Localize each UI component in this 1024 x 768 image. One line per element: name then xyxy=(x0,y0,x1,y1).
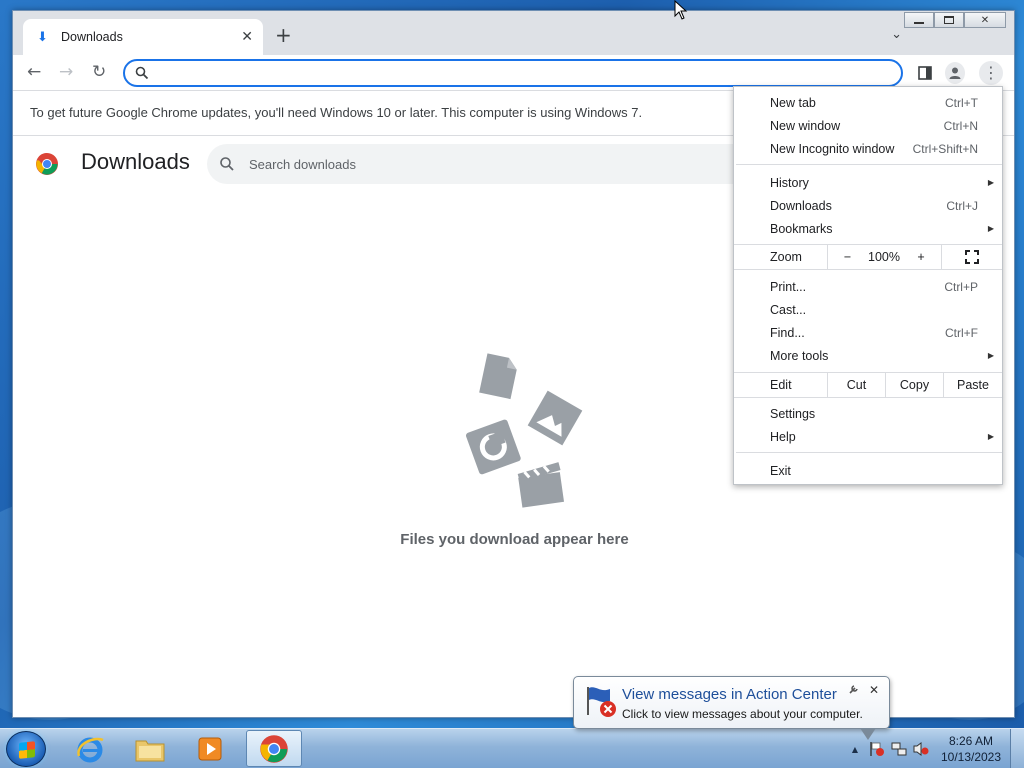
empty-state-message: Files you download appear here xyxy=(400,531,629,548)
taskbar-file-explorer[interactable] xyxy=(122,730,178,767)
downloads-search-box[interactable] xyxy=(207,144,747,184)
side-panel-icon xyxy=(918,66,932,80)
submenu-arrow-icon: ▶ xyxy=(987,178,994,187)
zoom-in-button[interactable]: + xyxy=(901,245,941,269)
menu-item-bookmarks[interactable]: Bookmarks ▶ xyxy=(734,217,1002,240)
mouse-cursor-icon xyxy=(674,0,688,20)
zoom-label: Zoom xyxy=(770,250,802,264)
fullscreen-icon xyxy=(965,250,979,264)
restore-icon xyxy=(944,16,954,24)
fullscreen-button[interactable] xyxy=(941,245,1002,269)
window-controls: ✕ xyxy=(904,12,1006,28)
close-window-button[interactable]: ✕ xyxy=(964,12,1006,28)
tab-close-button[interactable]: ✕ xyxy=(241,29,253,45)
network-icon xyxy=(891,742,907,756)
search-icon xyxy=(220,157,234,171)
menu-separator xyxy=(736,164,1002,165)
minimize-icon xyxy=(914,22,924,24)
tab-downloads[interactable]: ⬇ Downloads ✕ xyxy=(23,19,263,55)
close-icon: ✕ xyxy=(980,14,990,26)
menu-item-exit[interactable]: Exit xyxy=(734,459,1002,482)
restore-button[interactable] xyxy=(934,12,964,28)
menu-item-downloads[interactable]: Downloads Ctrl+J xyxy=(734,194,1002,217)
system-clock[interactable]: 8:26 AM 10/13/2023 xyxy=(932,733,1010,765)
zoom-out-button[interactable]: − xyxy=(827,245,867,269)
volume-tray-icon[interactable] xyxy=(910,738,932,760)
internet-explorer-icon xyxy=(77,737,104,762)
volume-muted-icon xyxy=(913,742,929,756)
menu-item-new-window[interactable]: New window Ctrl+N xyxy=(734,114,1002,137)
action-center-flag-icon xyxy=(587,687,616,717)
forward-button[interactable]: → xyxy=(59,63,73,81)
clock-date: 10/13/2023 xyxy=(940,750,1002,764)
folder-icon xyxy=(135,740,165,761)
profile-button[interactable] xyxy=(945,62,965,84)
submenu-arrow-icon: ▶ xyxy=(987,351,994,360)
copy-button[interactable]: Copy xyxy=(885,373,943,397)
side-panel-button[interactable] xyxy=(915,63,935,83)
action-center-tray-icon[interactable] xyxy=(866,738,888,760)
tab-strip: ⬇ Downloads ✕ + ⌄ ✕ xyxy=(13,11,1014,55)
submenu-arrow-icon: ▶ xyxy=(987,224,994,233)
tab-title: Downloads xyxy=(61,30,123,44)
menu-item-help[interactable]: Help ▶ xyxy=(734,425,1002,448)
show-desktop-button[interactable] xyxy=(1010,729,1024,768)
infobar-text: To get future Google Chrome updates, you… xyxy=(30,105,643,120)
wrench-icon[interactable] xyxy=(849,684,859,697)
network-tray-icon[interactable] xyxy=(888,738,910,760)
omnibox[interactable] xyxy=(123,59,903,87)
avatar xyxy=(945,62,965,84)
back-button[interactable]: ← xyxy=(27,63,41,81)
taskbar-media-player[interactable] xyxy=(182,730,238,767)
omnibox-input[interactable] xyxy=(149,65,901,81)
paste-button[interactable]: Paste xyxy=(943,373,1002,397)
action-center-notification[interactable]: View messages in Action Center Click to … xyxy=(573,676,890,740)
start-button[interactable] xyxy=(6,731,46,767)
menu-item-new-incognito-window[interactable]: New Incognito window Ctrl+Shift+N xyxy=(734,137,1002,160)
cut-button[interactable]: Cut xyxy=(827,373,885,397)
tab-search-button[interactable]: ⌄ xyxy=(891,27,902,42)
menu-item-print[interactable]: Print... Ctrl+P xyxy=(734,275,1002,298)
reload-button[interactable]: ↻ xyxy=(92,63,106,81)
notification-close-button[interactable]: ✕ xyxy=(869,683,879,697)
submenu-arrow-icon: ▶ xyxy=(987,432,994,441)
menu-edit-row: Edit Cut Copy Paste xyxy=(734,372,1002,398)
notification-body: Click to view messages about your comput… xyxy=(622,707,863,721)
menu-item-history[interactable]: History ▶ xyxy=(734,171,1002,194)
search-icon xyxy=(135,66,149,80)
empty-downloads-illustration xyxy=(465,353,583,508)
show-hidden-icons-button[interactable]: ▲ xyxy=(844,738,866,760)
taskbar-chrome[interactable] xyxy=(246,730,302,767)
menu-zoom-row: Zoom − 100% + xyxy=(734,244,1002,270)
chrome-menu-button[interactable]: ⋮ xyxy=(979,61,1003,85)
edit-label: Edit xyxy=(770,378,792,392)
clock-time: 8:26 AM xyxy=(948,734,994,748)
menu-separator xyxy=(736,452,1002,453)
notification-title: View messages in Action Center xyxy=(622,686,837,703)
menu-item-settings[interactable]: Settings xyxy=(734,402,1002,425)
menu-item-find[interactable]: Find... Ctrl+F xyxy=(734,321,1002,344)
minimize-button[interactable] xyxy=(904,12,934,28)
download-icon: ⬇ xyxy=(37,29,48,45)
new-tab-button[interactable]: + xyxy=(275,25,292,45)
flag-error-icon xyxy=(870,742,884,756)
menu-item-more-tools[interactable]: More tools ▶ xyxy=(734,344,1002,367)
taskbar-internet-explorer[interactable] xyxy=(62,730,118,767)
media-player-icon xyxy=(198,737,222,760)
chrome-logo-icon xyxy=(36,153,58,175)
menu-item-cast[interactable]: Cast... xyxy=(734,298,1002,321)
downloads-search-input[interactable] xyxy=(235,156,711,172)
more-vert-icon: ⋮ xyxy=(983,63,999,82)
chevron-up-icon: ▲ xyxy=(851,744,859,754)
chrome-app-menu: New tab Ctrl+T New window Ctrl+N New Incog… xyxy=(733,86,1003,485)
menu-item-new-tab[interactable]: New tab Ctrl+T xyxy=(734,91,1002,114)
chrome-icon xyxy=(260,734,288,763)
zoom-level: 100% xyxy=(868,250,900,264)
person-icon xyxy=(949,67,961,79)
page-title: Downloads xyxy=(81,149,190,174)
